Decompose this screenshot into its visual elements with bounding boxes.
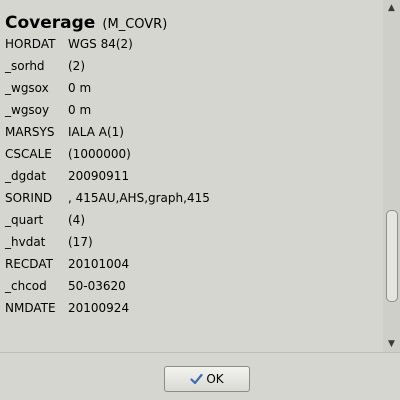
attribute-value: 0 m — [68, 81, 92, 95]
attribute-value: 50-03620 — [68, 279, 126, 293]
attribute-value: 0 m — [68, 103, 92, 117]
attribute-key: _wgsox — [5, 81, 49, 95]
attribute-key: _sorhd — [5, 59, 45, 73]
attribute-value: (4) — [68, 213, 85, 227]
attribute-value: WGS 84(2) — [68, 37, 133, 51]
attribute-key: NMDATE — [5, 301, 56, 315]
ok-button[interactable]: OK — [164, 366, 250, 392]
attribute-value: (17) — [68, 235, 93, 249]
feature-info-panel: Coverage (M_COVR) HORDAT WGS 84(2) _sorh… — [0, 0, 382, 352]
attribute-key: _hvdat — [5, 235, 46, 249]
attribute-value: , 415AU,AHS,graph,415 — [68, 191, 210, 205]
attribute-value: 20101004 — [68, 257, 130, 271]
feature-title-row: Coverage (M_COVR) — [5, 13, 167, 33]
scroll-down-icon[interactable]: ▼ — [383, 336, 400, 352]
attribute-key: CSCALE — [5, 147, 52, 161]
attribute-key: SORIND — [5, 191, 53, 205]
attribute-value: (1000000) — [68, 147, 131, 161]
checkmark-icon — [190, 373, 203, 385]
attribute-value: IALA A(1) — [68, 125, 124, 139]
attribute-key: MARSYS — [5, 125, 55, 139]
scrollbar-thumb[interactable] — [386, 210, 398, 302]
attribute-value: (2) — [68, 59, 85, 73]
attribute-key: _chcod — [5, 279, 47, 293]
vertical-scrollbar[interactable]: ▲ ▼ — [383, 0, 400, 352]
ok-button-label: OK — [206, 372, 224, 386]
attribute-key: _dgdat — [5, 169, 46, 183]
attribute-key: HORDAT — [5, 37, 56, 51]
attribute-value: 20100924 — [68, 301, 130, 315]
attribute-value: 20090911 — [68, 169, 130, 183]
feature-code: (M_COVR) — [102, 17, 168, 32]
button-bar: OK — [0, 353, 400, 400]
feature-title: Coverage — [5, 13, 96, 33]
scroll-up-icon[interactable]: ▲ — [383, 0, 400, 16]
attribute-key: _quart — [5, 213, 44, 227]
attribute-key: RECDAT — [5, 257, 53, 271]
attribute-key: _wgsoy — [5, 103, 50, 117]
